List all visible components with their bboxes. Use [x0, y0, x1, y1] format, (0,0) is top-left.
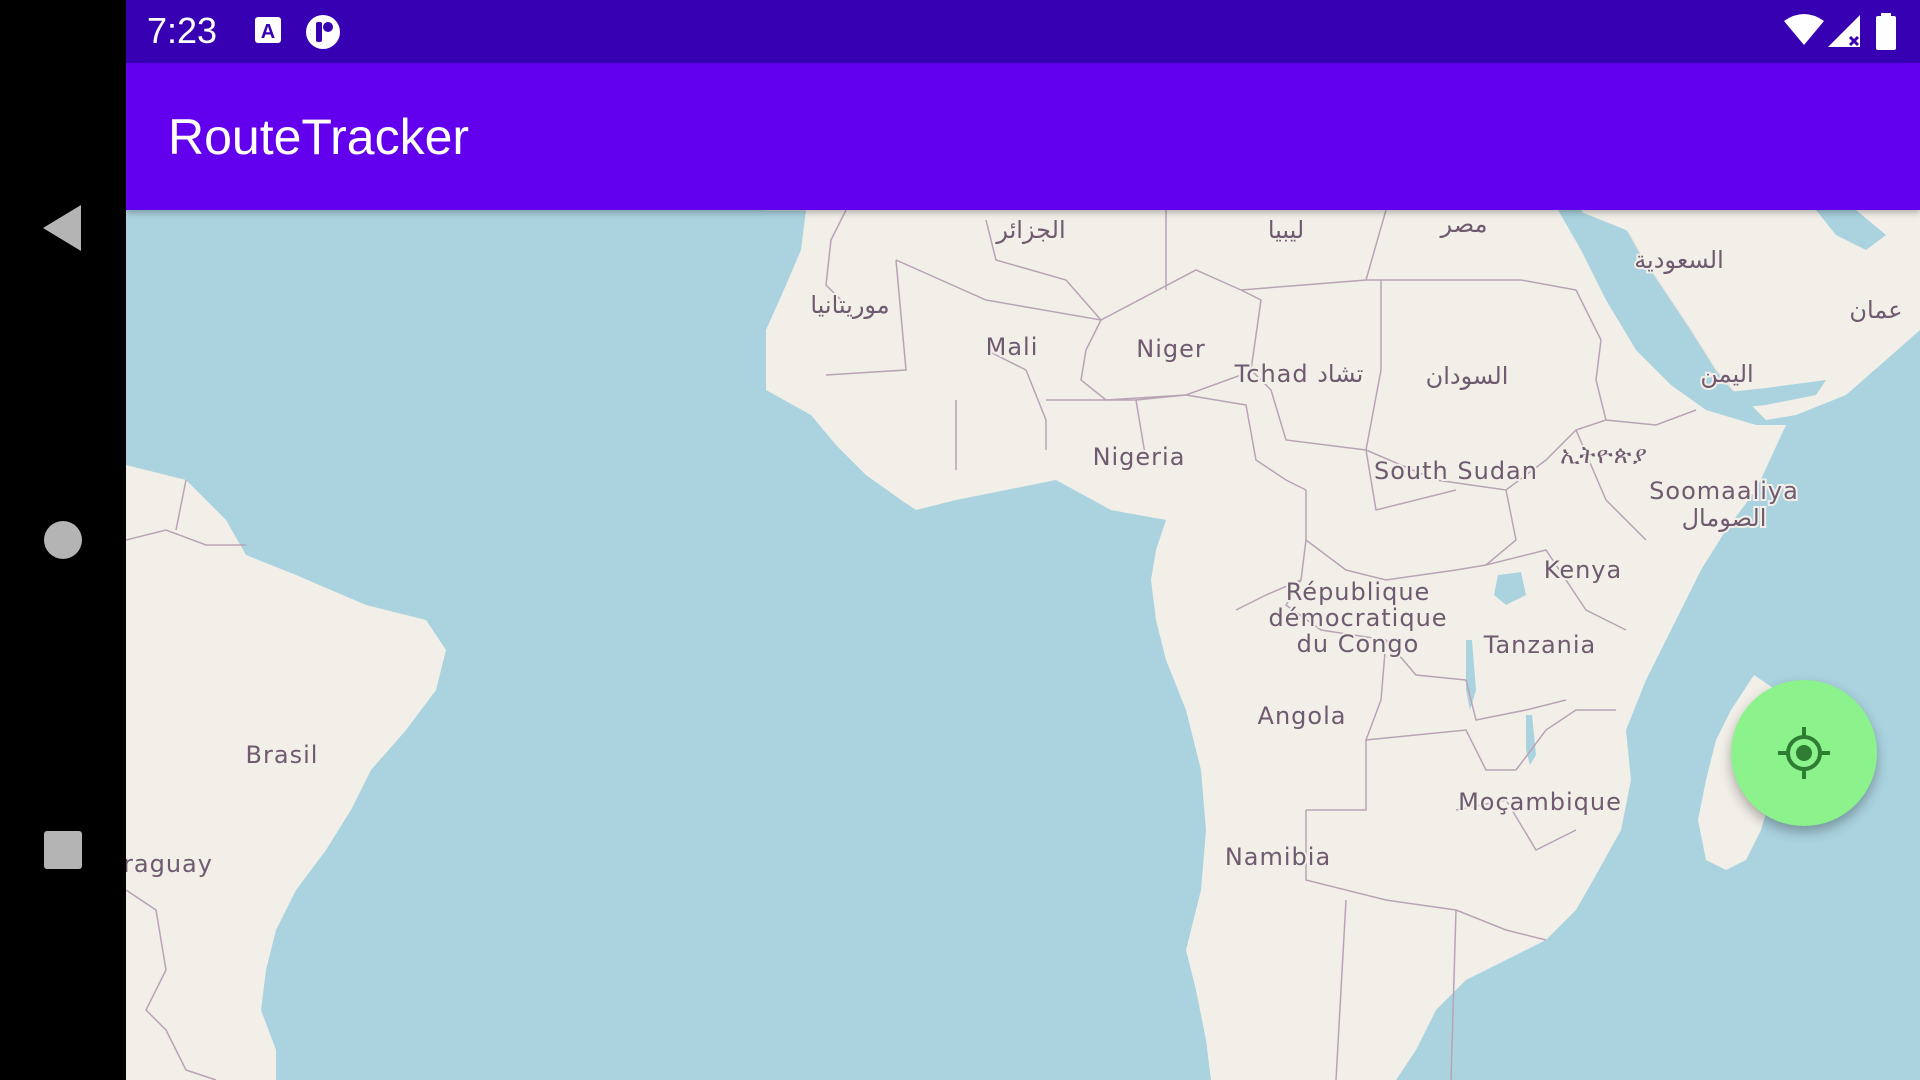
label-somalia-2: الصومال — [1682, 504, 1767, 532]
app-title: RouteTracker — [168, 109, 470, 165]
my-location-icon — [1778, 727, 1830, 779]
label-libya: ليبيا — [1268, 216, 1304, 244]
signal-icon — [1826, 13, 1862, 53]
label-yemen: اليمن — [1700, 360, 1753, 388]
home-icon — [44, 521, 82, 559]
label-oman: عمان — [1849, 296, 1902, 324]
app-bar: RouteTracker — [126, 63, 1920, 210]
label-kenya: Kenya — [1544, 556, 1622, 584]
map-view[interactable]: الجزائر ليبيا مصر السعودية موريتانيا عما… — [126, 210, 1920, 1080]
back-icon — [43, 205, 81, 251]
status-time: 7:23 — [147, 10, 218, 51]
home-button[interactable] — [0, 480, 126, 600]
label-algeria: الجزائر — [995, 216, 1065, 244]
wifi-icon — [1784, 13, 1824, 51]
label-drc-3: du Congo — [1297, 630, 1420, 658]
label-drc-2: démocratique — [1268, 604, 1447, 632]
my-location-button[interactable] — [1731, 680, 1877, 826]
status-bar: 7:23 A — [126, 0, 1920, 63]
label-mauritania: موريتانيا — [810, 291, 889, 319]
battery-icon — [1874, 13, 1898, 55]
label-tanzania: Tanzania — [1483, 631, 1597, 659]
label-nigeria: Nigeria — [1093, 443, 1186, 471]
label-mali: Mali — [986, 333, 1039, 361]
svg-text:A: A — [261, 21, 275, 43]
label-niger: Niger — [1136, 335, 1206, 363]
label-namibia: Namibia — [1225, 843, 1331, 871]
label-mozambique: Moçambique — [1458, 788, 1622, 816]
africa-mainland — [766, 210, 1786, 1080]
a-notification-icon: A — [253, 13, 283, 53]
label-saudi: السعودية — [1634, 246, 1724, 274]
label-angola: Angola — [1258, 702, 1347, 730]
label-drc-1: République — [1286, 578, 1431, 606]
label-sudan: السودان — [1426, 362, 1509, 390]
label-paraguay: raguay — [126, 850, 213, 878]
label-egypt: مصر — [1440, 210, 1488, 238]
system-navigation-bar — [0, 0, 126, 1080]
back-button[interactable] — [0, 168, 126, 288]
label-ethiopia: ኢትዮጵያ — [1560, 441, 1648, 469]
recents-icon — [44, 831, 82, 869]
label-chad: Tchad تشاد — [1234, 360, 1364, 388]
label-somalia-1: Soomaaliya — [1649, 477, 1799, 505]
app-notification-icon — [304, 13, 342, 55]
map-canvas[interactable]: الجزائر ليبيا مصر السعودية موريتانيا عما… — [126, 210, 1920, 1080]
label-south-sudan: South Sudan — [1374, 457, 1538, 485]
south-america-landmass — [126, 465, 446, 1080]
recents-button[interactable] — [0, 790, 126, 910]
app-window: 7:23 A RouteTracker الجزائر ليبيا مصر ال… — [126, 0, 1920, 1080]
label-brazil: Brasil — [246, 741, 319, 769]
